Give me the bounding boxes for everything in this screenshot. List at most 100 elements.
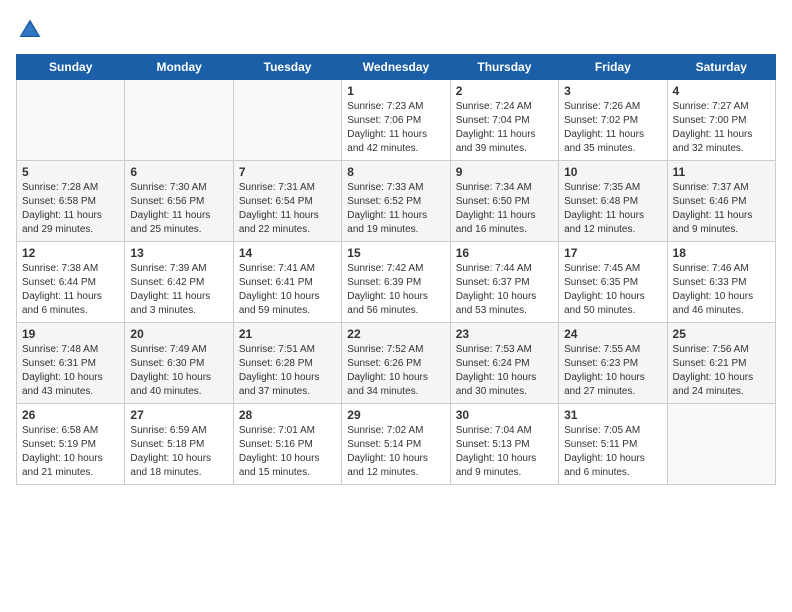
logo-icon [16,16,44,44]
calendar-day: 2 Sunrise: 7:24 AM Sunset: 7:04 PM Daylig… [450,80,558,161]
day-info: Sunrise: 7:23 AM Sunset: 7:06 PM Dayligh… [347,100,444,156]
calendar-day [125,80,233,161]
day-number: 15 [347,246,444,260]
day-number: 31 [564,408,661,422]
calendar-day: 26 Sunrise: 6:58 AM Sunset: 5:19 PM Dayli… [17,404,125,485]
day-number: 13 [130,246,227,260]
day-info: Sunrise: 7:44 AM Sunset: 6:37 PM Dayligh… [456,262,553,318]
calendar-day: 1 Sunrise: 7:23 AM Sunset: 7:06 PM Daylig… [342,80,450,161]
calendar-day: 31 Sunrise: 7:05 AM Sunset: 5:11 PM Dayli… [559,404,667,485]
calendar-week-4: 19 Sunrise: 7:48 AM Sunset: 6:31 PM Dayli… [17,323,776,404]
calendar-day: 4 Sunrise: 7:27 AM Sunset: 7:00 PM Daylig… [667,80,775,161]
calendar-day: 27Sunrise: 6:59 AM Sunset: 5:18 PM Dayli… [125,404,233,485]
calendar-day: 25 Sunrise: 7:56 AM Sunset: 6:21 PM Dayli… [667,323,775,404]
day-number: 10 [564,165,661,179]
calendar-table: SundayMondayTuesdayWednesdayThursdayFrid… [16,54,776,485]
day-number: 5 [22,165,119,179]
calendar-header-saturday: Saturday [667,55,775,80]
calendar-day: 8 Sunrise: 7:33 AM Sunset: 6:52 PM Daylig… [342,161,450,242]
calendar-header-thursday: Thursday [450,55,558,80]
day-info: Sunrise: 7:31 AM Sunset: 6:54 PM Dayligh… [239,181,336,237]
calendar-header-tuesday: Tuesday [233,55,341,80]
calendar-week-5: 26 Sunrise: 6:58 AM Sunset: 5:19 PM Dayli… [17,404,776,485]
day-number: 20 [130,327,227,341]
day-info: Sunrise: 7:35 AM Sunset: 6:48 PM Dayligh… [564,181,661,237]
day-number: 2 [456,84,553,98]
logo [16,16,48,44]
day-number: 23 [456,327,553,341]
day-number: 6 [130,165,227,179]
calendar-header-sunday: Sunday [17,55,125,80]
day-info: Sunrise: 7:48 AM Sunset: 6:31 PM Dayligh… [22,343,119,399]
day-info: Sunrise: 7:41 AM Sunset: 6:41 PM Dayligh… [239,262,336,318]
day-number: 26 [22,408,119,422]
day-number: 25 [673,327,770,341]
calendar-day: 12 Sunrise: 7:38 AM Sunset: 6:44 PM Dayli… [17,242,125,323]
day-info: Sunrise: 7:02 AM Sunset: 5:14 PM Dayligh… [347,424,444,480]
day-number: 17 [564,246,661,260]
day-info: Sunrise: 7:37 AM Sunset: 6:46 PM Dayligh… [673,181,770,237]
day-info: Sunrise: 7:30 AM Sunset: 6:56 PM Dayligh… [130,181,227,237]
calendar-day: 9Sunrise: 7:34 AM Sunset: 6:50 PM Daylig… [450,161,558,242]
day-number: 22 [347,327,444,341]
day-info: Sunrise: 7:52 AM Sunset: 6:26 PM Dayligh… [347,343,444,399]
calendar-day: 17 Sunrise: 7:45 AM Sunset: 6:35 PM Dayli… [559,242,667,323]
day-number: 7 [239,165,336,179]
day-info: Sunrise: 7:26 AM Sunset: 7:02 PM Dayligh… [564,100,661,156]
day-info: Sunrise: 7:45 AM Sunset: 6:35 PM Dayligh… [564,262,661,318]
day-info: Sunrise: 7:49 AM Sunset: 6:30 PM Dayligh… [130,343,227,399]
page-header [16,16,776,44]
day-number: 29 [347,408,444,422]
day-number: 12 [22,246,119,260]
calendar-header-monday: Monday [125,55,233,80]
day-info: Sunrise: 7:34 AM Sunset: 6:50 PM Dayligh… [456,181,553,237]
day-info: Sunrise: 7:56 AM Sunset: 6:21 PM Dayligh… [673,343,770,399]
calendar-day: 7 Sunrise: 7:31 AM Sunset: 6:54 PM Daylig… [233,161,341,242]
day-info: Sunrise: 7:38 AM Sunset: 6:44 PM Dayligh… [22,262,119,318]
day-number: 28 [239,408,336,422]
calendar-day [17,80,125,161]
calendar-day [233,80,341,161]
calendar-day: 11 Sunrise: 7:37 AM Sunset: 6:46 PM Dayli… [667,161,775,242]
day-number: 27 [130,408,227,422]
calendar-header-row: SundayMondayTuesdayWednesdayThursdayFrid… [17,55,776,80]
day-number: 19 [22,327,119,341]
day-number: 1 [347,84,444,98]
day-info: Sunrise: 7:01 AM Sunset: 5:16 PM Dayligh… [239,424,336,480]
calendar-day: 23 Sunrise: 7:53 AM Sunset: 6:24 PM Dayli… [450,323,558,404]
day-number: 3 [564,84,661,98]
calendar-day: 18Sunrise: 7:46 AM Sunset: 6:33 PM Dayli… [667,242,775,323]
calendar-day: 10 Sunrise: 7:35 AM Sunset: 6:48 PM Dayli… [559,161,667,242]
calendar-header-wednesday: Wednesday [342,55,450,80]
day-number: 8 [347,165,444,179]
day-info: Sunrise: 7:42 AM Sunset: 6:39 PM Dayligh… [347,262,444,318]
day-info: Sunrise: 6:58 AM Sunset: 5:19 PM Dayligh… [22,424,119,480]
day-number: 21 [239,327,336,341]
calendar-day: 21 Sunrise: 7:51 AM Sunset: 6:28 PM Dayli… [233,323,341,404]
calendar-day: 16 Sunrise: 7:44 AM Sunset: 6:37 PM Dayli… [450,242,558,323]
day-number: 11 [673,165,770,179]
day-number: 4 [673,84,770,98]
calendar-week-1: 1 Sunrise: 7:23 AM Sunset: 7:06 PM Daylig… [17,80,776,161]
day-info: Sunrise: 7:33 AM Sunset: 6:52 PM Dayligh… [347,181,444,237]
day-info: Sunrise: 7:04 AM Sunset: 5:13 PM Dayligh… [456,424,553,480]
day-info: Sunrise: 7:39 AM Sunset: 6:42 PM Dayligh… [130,262,227,318]
day-info: Sunrise: 7:53 AM Sunset: 6:24 PM Dayligh… [456,343,553,399]
calendar-day: 5Sunrise: 7:28 AM Sunset: 6:58 PM Daylig… [17,161,125,242]
day-number: 14 [239,246,336,260]
calendar-day: 3 Sunrise: 7:26 AM Sunset: 7:02 PM Daylig… [559,80,667,161]
calendar-week-2: 5Sunrise: 7:28 AM Sunset: 6:58 PM Daylig… [17,161,776,242]
day-info: Sunrise: 7:05 AM Sunset: 5:11 PM Dayligh… [564,424,661,480]
day-info: Sunrise: 7:24 AM Sunset: 7:04 PM Dayligh… [456,100,553,156]
calendar-day: 30Sunrise: 7:04 AM Sunset: 5:13 PM Dayli… [450,404,558,485]
day-info: Sunrise: 7:46 AM Sunset: 6:33 PM Dayligh… [673,262,770,318]
calendar-day: 15 Sunrise: 7:42 AM Sunset: 6:39 PM Dayli… [342,242,450,323]
calendar-day: 6 Sunrise: 7:30 AM Sunset: 6:56 PM Daylig… [125,161,233,242]
calendar-day: 20 Sunrise: 7:49 AM Sunset: 6:30 PM Dayli… [125,323,233,404]
calendar-day: 14 Sunrise: 7:41 AM Sunset: 6:41 PM Dayli… [233,242,341,323]
day-number: 16 [456,246,553,260]
day-number: 24 [564,327,661,341]
day-info: Sunrise: 7:55 AM Sunset: 6:23 PM Dayligh… [564,343,661,399]
day-info: Sunrise: 7:27 AM Sunset: 7:00 PM Dayligh… [673,100,770,156]
day-info: Sunrise: 7:51 AM Sunset: 6:28 PM Dayligh… [239,343,336,399]
